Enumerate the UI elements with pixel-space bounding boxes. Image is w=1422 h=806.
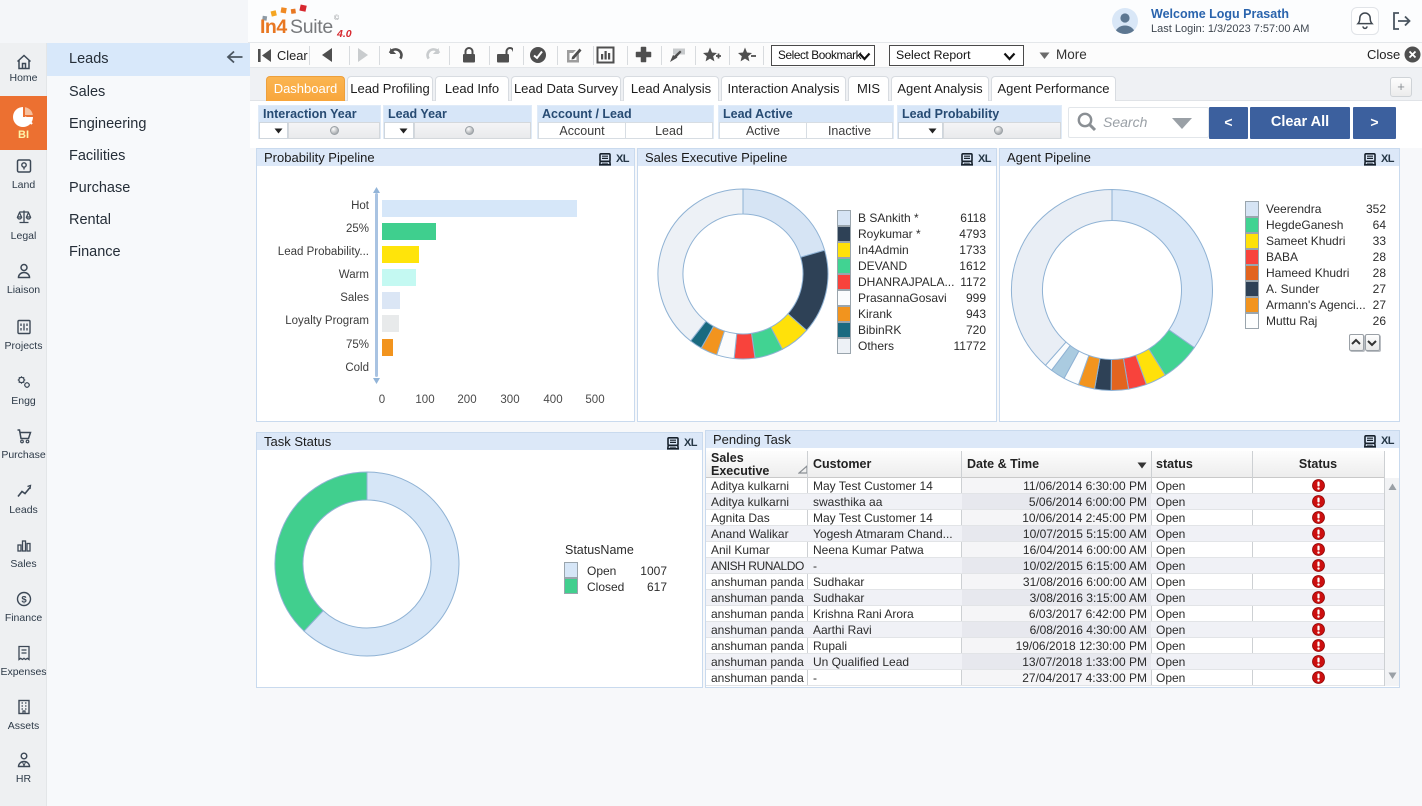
svg-text:©: © [334,14,340,22]
svg-text:In4: In4 [260,16,287,38]
svg-text:$: $ [21,595,27,606]
svg-text:4.0: 4.0 [336,28,352,40]
svg-text:Suite: Suite [290,16,333,38]
